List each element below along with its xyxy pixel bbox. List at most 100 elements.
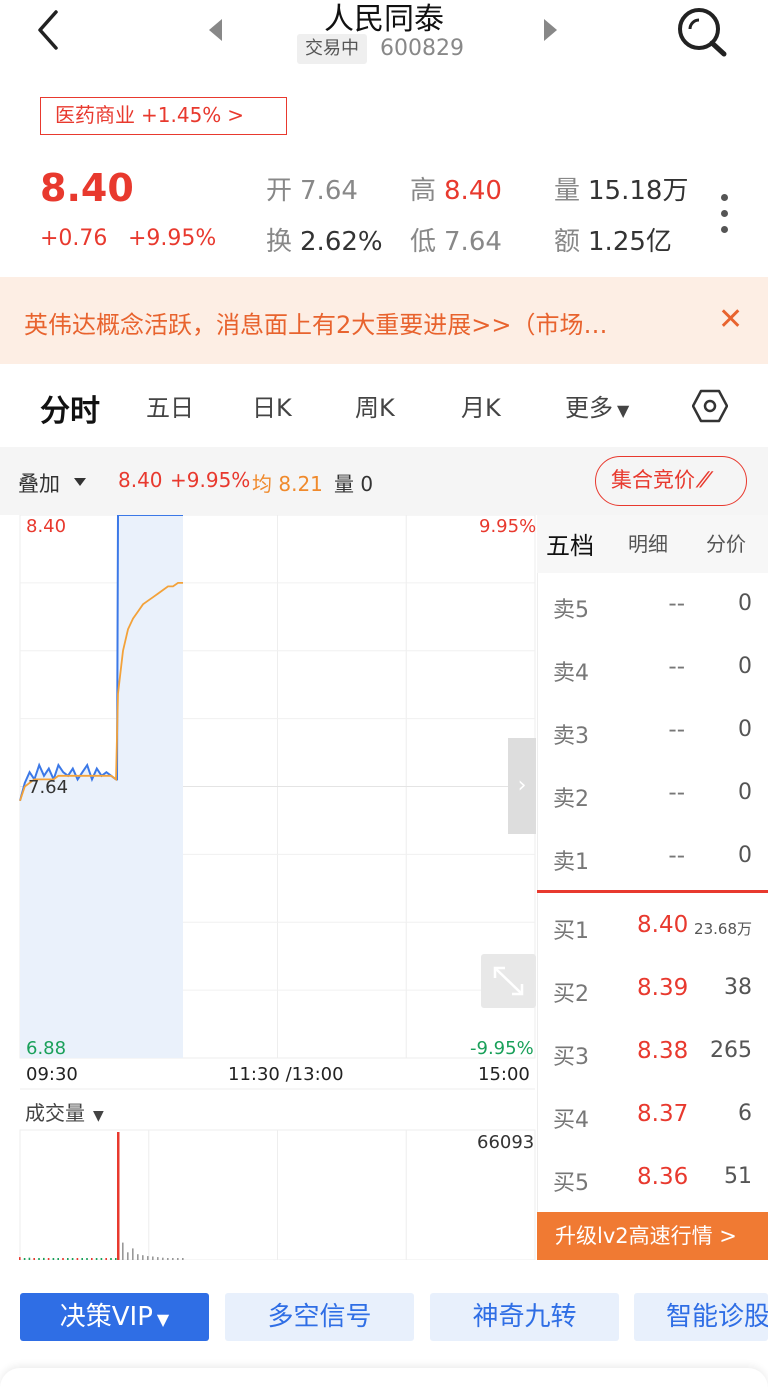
trading-status-badge: 交易中 (297, 34, 367, 64)
buy-level-price: 8.37 (637, 1101, 689, 1127)
magic-nine-button[interactable]: 神奇九转 (430, 1293, 619, 1341)
caret-down-icon: ▼ (156, 1310, 170, 1329)
time-start-label: 09:30 (26, 1064, 78, 1085)
tab-monthly-k[interactable]: 月K (461, 388, 501, 423)
stat-open: 开 7.64 (266, 176, 358, 206)
sell-level-price: -- (668, 717, 685, 743)
sell-level-name: 卖5 (553, 598, 589, 623)
search-button[interactable] (674, 4, 730, 58)
sell-level-name: 卖1 (553, 850, 589, 875)
buy-level-price: 8.38 (637, 1038, 689, 1064)
tab-details[interactable]: 明细 (628, 528, 668, 557)
tab-price-distribution[interactable]: 分价 (706, 528, 746, 557)
sell-level-name: 卖2 (553, 787, 589, 812)
volume-bar (117, 1132, 120, 1260)
volume-bar (167, 1258, 169, 1260)
volume-bar (182, 1258, 184, 1260)
volume-bar (122, 1242, 124, 1260)
sell-level-volume: 0 (738, 591, 752, 616)
sell-level-volume: 0 (738, 717, 752, 742)
buy-level-name: 买2 (553, 982, 589, 1007)
sell-level-row[interactable]: 卖4 -- 0 (537, 637, 768, 700)
pct-min-label: -9.95% (470, 1038, 534, 1059)
chevron-right-icon: › (517, 773, 527, 798)
volume-bar (33, 1258, 35, 1260)
sell-level-price: -- (668, 780, 685, 806)
y-min-label: 6.88 (26, 1038, 67, 1059)
volume-bar (86, 1258, 88, 1260)
settings-hexagon-icon (691, 389, 729, 423)
chart-settings-button[interactable] (691, 388, 729, 424)
intraday-chart[interactable] (0, 515, 537, 1260)
overlay-dropdown[interactable]: 叠加 (18, 468, 60, 498)
fullscreen-button[interactable] (481, 954, 536, 1008)
volume-bar (23, 1258, 26, 1260)
tab-daily-k[interactable]: 日K (252, 388, 292, 423)
volume-bar (142, 1255, 144, 1260)
volume-bar (100, 1258, 103, 1260)
y-mid-label: 7.64 (28, 777, 69, 798)
tab-more[interactable]: 更多 ▼ (565, 388, 629, 423)
buy-level-row[interactable]: 买1 8.40 23.68万 (537, 895, 768, 958)
news-banner-text[interactable]: 英伟达概念活跃，消息面上有2大重要进展>>（市场… (24, 305, 684, 340)
buy-level-row[interactable]: 买2 8.39 38 (537, 958, 768, 1021)
volume-bar (76, 1258, 79, 1260)
tab-five-levels[interactable]: 五档 (546, 526, 594, 561)
price-change: +0.76 (40, 226, 108, 251)
volume-bar (81, 1258, 83, 1260)
volume-bar (43, 1257, 45, 1260)
buy-level-volume: 38 (724, 975, 752, 1000)
sell-level-row[interactable]: 卖5 -- 0 (537, 574, 768, 637)
next-stock-button[interactable] (544, 19, 557, 41)
stat-amount: 额 1.25亿 (554, 227, 672, 257)
volume-bar (28, 1257, 31, 1260)
buy-level-row[interactable]: 买5 8.36 51 (537, 1147, 768, 1210)
sell-level-price: -- (668, 843, 685, 869)
expand-orderbook-handle[interactable]: › (508, 738, 536, 834)
sell-level-row[interactable]: 卖1 -- 0 (537, 826, 768, 889)
more-options-icon[interactable] (717, 194, 731, 242)
volume-bar (57, 1258, 59, 1260)
overlay-pct: +9.95% (170, 468, 251, 492)
volume-bar (172, 1258, 174, 1260)
stock-code: 600829 (380, 36, 464, 61)
buy-level-volume: 51 (724, 1164, 752, 1189)
overlay-volume: 量 0 (334, 472, 374, 496)
volume-bar (137, 1254, 139, 1260)
buy-level-price: 8.40 (637, 912, 689, 938)
buy-level-row[interactable]: 买4 8.37 6 (537, 1084, 768, 1147)
smart-diagnosis-button[interactable]: 智能诊股 (634, 1293, 768, 1341)
sell-level-row[interactable]: 卖3 -- 0 (537, 700, 768, 763)
bottom-sheet (0, 1368, 768, 1387)
upgrade-lv2-button[interactable]: 升级lv2高速行情 > (537, 1212, 768, 1260)
volume-bar (152, 1256, 154, 1260)
buy-level-name: 买3 (553, 1045, 589, 1070)
volume-bar (132, 1248, 134, 1260)
sell-level-row[interactable]: 卖2 -- 0 (537, 763, 768, 826)
volume-dropdown[interactable]: 成交量 ▼ (25, 1097, 104, 1126)
tab-weekly-k[interactable]: 周K (355, 388, 395, 423)
current-price: 8.40 (40, 166, 134, 210)
tab-five-day[interactable]: 五日 (146, 388, 194, 423)
sell-level-name: 卖3 (553, 724, 589, 749)
volume-bar (62, 1258, 64, 1260)
auction-icon: ⁄⁄ (701, 468, 709, 492)
buy-level-row[interactable]: 买3 8.38 265 (537, 1021, 768, 1084)
tab-intraday[interactable]: 分时 (40, 386, 100, 430)
long-short-signal-button[interactable]: 多空信号 (225, 1293, 414, 1341)
sector-name: 医药商业 (55, 103, 135, 127)
close-icon[interactable]: ✕ (718, 302, 743, 337)
volume-bar (177, 1258, 179, 1260)
sell-level-volume: 0 (738, 654, 752, 679)
call-auction-button[interactable]: 集合竞价 ⁄⁄ (595, 456, 747, 506)
volume-bar (95, 1258, 98, 1260)
volume-bar (91, 1258, 93, 1260)
caret-down-icon: ▼ (93, 1108, 104, 1124)
buy-level-price: 8.36 (637, 1164, 689, 1190)
stat-low: 低 7.64 (410, 227, 502, 257)
sector-tag[interactable]: 医药商业 +1.45% > (40, 97, 287, 135)
decision-vip-button[interactable]: 决策VIP ▼ (20, 1293, 209, 1341)
buy-level-volume: 6 (738, 1101, 752, 1126)
caret-down-icon[interactable] (74, 478, 86, 486)
pct-max-label: 9.95% (479, 516, 537, 537)
